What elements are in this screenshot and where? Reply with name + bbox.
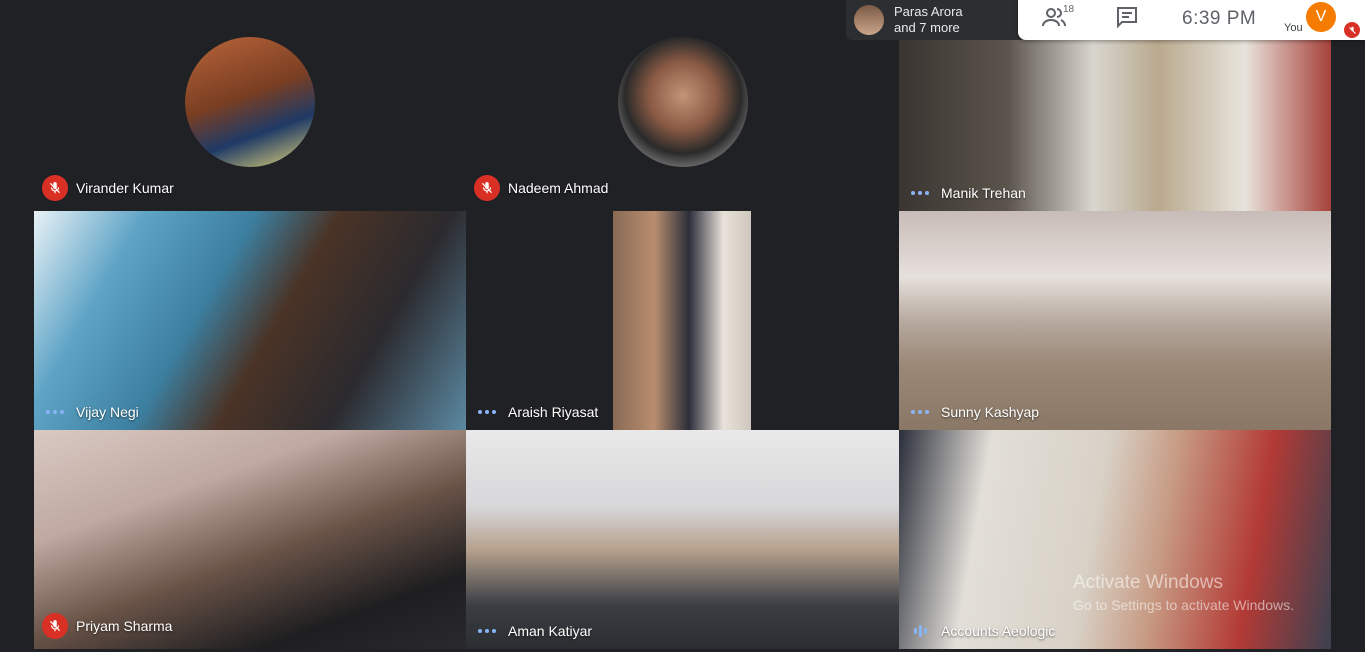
participant-tile-nadeem[interactable]: Nadeem Ahmad bbox=[466, 0, 899, 211]
participant-name: Priyam Sharma bbox=[76, 618, 173, 634]
self-mic-off-icon[interactable] bbox=[1344, 22, 1360, 38]
audio-idle-icon bbox=[907, 191, 933, 195]
clock-time: 6:39 PM bbox=[1182, 8, 1257, 29]
presenter-more: and 7 more bbox=[894, 20, 960, 35]
meeting-toolbar: 18 6:39 PM You V bbox=[1018, 0, 1365, 40]
audio-idle-icon bbox=[474, 629, 500, 633]
participant-name: Manik Trehan bbox=[941, 185, 1026, 201]
participant-count: 18 bbox=[1063, 4, 1075, 15]
participant-tile-araish[interactable]: Araish Riyasat bbox=[466, 211, 899, 430]
audio-idle-icon bbox=[907, 410, 933, 414]
video-feed bbox=[899, 430, 1331, 649]
audio-speaking-icon bbox=[907, 625, 933, 637]
presenter-avatar bbox=[854, 5, 884, 35]
participant-avatar bbox=[185, 37, 315, 167]
participant-avatar bbox=[618, 37, 748, 167]
presenter-chip[interactable]: Paras Arora and 7 more bbox=[846, 0, 1026, 40]
audio-idle-icon bbox=[42, 410, 68, 414]
participant-name: Aman Katiyar bbox=[508, 623, 593, 639]
video-feed bbox=[613, 211, 751, 430]
participant-name: Virander Kumar bbox=[76, 180, 174, 196]
participant-name: Vijay Negi bbox=[76, 404, 139, 420]
participant-tile-aman[interactable]: Aman Katiyar bbox=[466, 430, 899, 649]
participant-name: Araish Riyasat bbox=[508, 404, 599, 420]
participant-name: Accounts Aeologic bbox=[941, 623, 1056, 639]
participant-tile-virander[interactable]: Virander Kumar bbox=[34, 0, 466, 211]
self-avatar[interactable]: V bbox=[1306, 2, 1336, 32]
presenter-name: Paras Arora bbox=[894, 4, 963, 19]
mic-off-icon bbox=[42, 175, 68, 201]
video-feed bbox=[899, 211, 1331, 430]
participant-tile-accounts[interactable]: Accounts Aeologic bbox=[899, 430, 1331, 649]
video-feed bbox=[466, 430, 899, 649]
participant-tile-vijay[interactable]: Vijay Negi bbox=[34, 211, 466, 430]
mic-off-icon bbox=[474, 175, 500, 201]
participant-tile-sunny[interactable]: Sunny Kashyap bbox=[899, 211, 1331, 430]
chat-icon[interactable] bbox=[1116, 6, 1138, 33]
audio-idle-icon bbox=[474, 410, 500, 414]
mic-off-icon bbox=[42, 613, 68, 639]
video-feed bbox=[34, 211, 466, 430]
participant-name: Nadeem Ahmad bbox=[508, 180, 609, 196]
self-label: You bbox=[1284, 22, 1303, 34]
activation-watermark-title: Activate Windows bbox=[1073, 572, 1223, 593]
participant-name: Sunny Kashyap bbox=[941, 404, 1040, 420]
activation-watermark-subtitle: Go to Settings to activate Windows. bbox=[1073, 597, 1294, 613]
participant-tile-priyam[interactable]: Priyam Sharma bbox=[34, 430, 466, 649]
